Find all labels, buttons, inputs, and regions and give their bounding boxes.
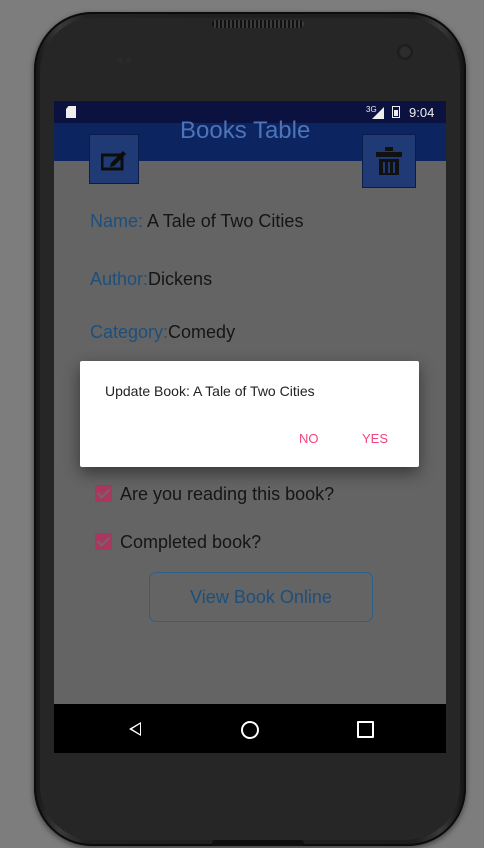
bottom-speaker (212, 840, 304, 846)
completed-checkbox-label: Completed book? (120, 532, 262, 552)
name-label: Name: (90, 211, 144, 231)
status-time: 9:04 (409, 105, 435, 120)
dialog-yes-button[interactable]: YES (362, 431, 388, 446)
dialog-message: Update Book: A Tale of Two Cities (105, 383, 315, 399)
book-category-field: Category:Comedy (90, 322, 235, 343)
author-label: Author: (90, 269, 149, 289)
home-icon[interactable] (241, 721, 259, 739)
recents-icon[interactable] (357, 721, 374, 738)
book-name-field: Name: A Tale of Two Cities (90, 211, 303, 232)
proximity-sensor (118, 50, 140, 63)
author-value: Dickens (148, 269, 213, 289)
page-title: Books Table (180, 117, 311, 144)
navigation-bar (54, 704, 446, 753)
reading-checkbox-label: Are you reading this book? (120, 484, 335, 504)
edit-button[interactable] (89, 134, 139, 184)
front-camera (397, 44, 413, 60)
edit-icon (101, 151, 126, 171)
category-value: Comedy (168, 322, 236, 342)
trash-icon (376, 147, 402, 175)
earpiece-speaker (212, 20, 304, 28)
book-author-field: Author:Dickens (90, 269, 212, 290)
update-dialog: Update Book: A Tale of Two Cities NO YES (80, 361, 419, 467)
reading-checkbox-row[interactable]: Are you reading this book? (95, 484, 334, 505)
name-value: A Tale of Two Cities (143, 211, 304, 231)
completed-checkbox[interactable] (95, 533, 112, 550)
back-icon[interactable] (129, 722, 141, 736)
category-label: Category: (90, 322, 169, 342)
view-book-online-button[interactable]: View Book Online (149, 572, 373, 622)
completed-checkbox-row[interactable]: Completed book? (95, 532, 261, 553)
reading-checkbox[interactable] (95, 485, 112, 502)
sd-card-icon (66, 106, 76, 118)
delete-button[interactable] (362, 134, 416, 188)
dialog-no-button[interactable]: NO (299, 431, 319, 446)
network-type: 3G (366, 105, 377, 114)
battery-icon (392, 106, 400, 118)
